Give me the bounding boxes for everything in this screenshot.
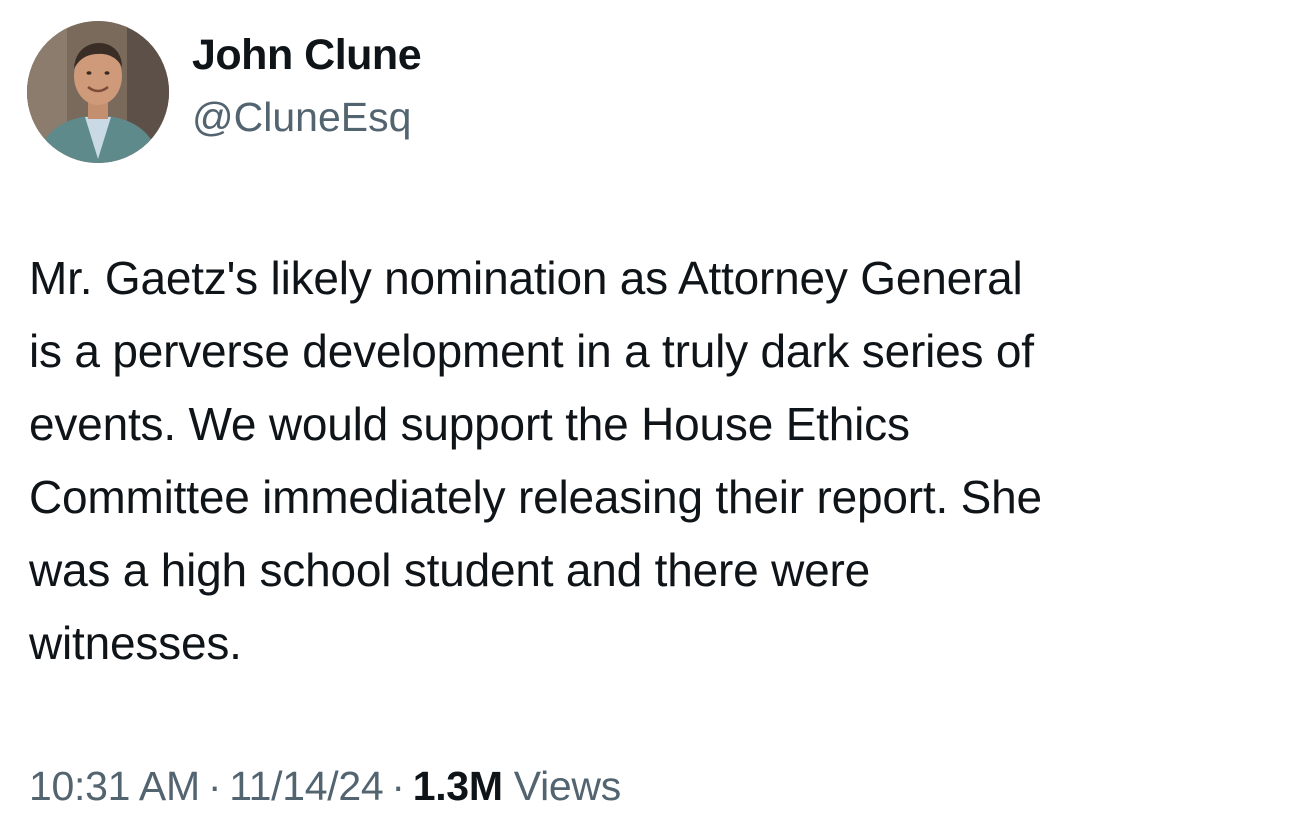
tweet-text-line: Committee immediately releasing their re… xyxy=(29,471,1042,523)
tweet-text-line: is a perverse development in a truly dar… xyxy=(29,325,1034,377)
author-names: John Clune @CluneEsq xyxy=(192,27,422,145)
views-count[interactable]: 1.3M xyxy=(413,763,503,809)
avatar[interactable] xyxy=(27,21,169,163)
tweet-text-line: Mr. Gaetz's likely nomination as Attorne… xyxy=(29,252,1023,304)
meta-separator: · xyxy=(207,763,222,809)
author-display-name[interactable]: John Clune xyxy=(192,27,422,83)
tweet-date[interactable]: 11/14/24 xyxy=(229,763,383,809)
tweet-card: John Clune @CluneEsq Mr. Gaetz's likely … xyxy=(0,0,1290,823)
author-handle[interactable]: @CluneEsq xyxy=(192,89,421,145)
tweet-meta: 10:31 AM · 11/14/24 · 1.3M Views xyxy=(29,758,621,814)
tweet-text: Mr. Gaetz's likely nomination as Attorne… xyxy=(29,242,1269,680)
tweet-text-line: witnesses. xyxy=(29,617,242,669)
meta-separator: · xyxy=(391,763,405,809)
tweet-time[interactable]: 10:31 AM xyxy=(29,763,200,809)
tweet-header: John Clune @CluneEsq xyxy=(27,21,422,163)
views-label[interactable]: Views xyxy=(514,763,621,809)
tweet-text-line: was a high school student and there were xyxy=(29,544,870,596)
tweet-text-line: events. We would support the House Ethic… xyxy=(29,398,910,450)
person-photo-avatar-icon xyxy=(27,21,169,163)
